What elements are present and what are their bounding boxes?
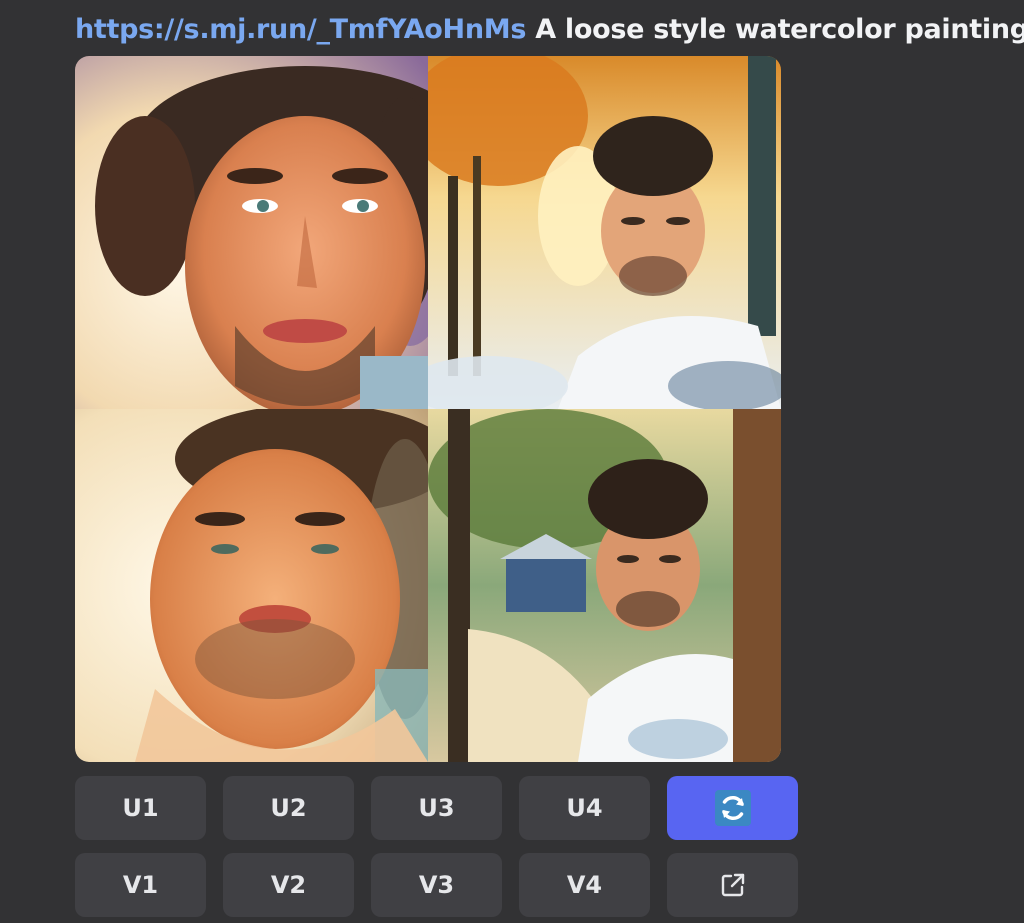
grid-image-1[interactable] [75,56,428,409]
grid-image-3[interactable] [75,409,428,762]
variation-2-button[interactable]: V2 [223,853,354,917]
variation-3-button[interactable]: V3 [371,853,502,917]
external-link-icon [718,870,748,900]
image-grid[interactable] [75,56,781,762]
grid-image-4[interactable] [428,409,781,762]
upscale-4-button[interactable]: U4 [519,776,650,840]
upscale-3-button[interactable]: U3 [371,776,502,840]
variation-1-button[interactable]: V1 [75,853,206,917]
upscale-2-button[interactable]: U2 [223,776,354,840]
prompt-text: A loose style watercolor painting - [526,14,1024,45]
midjourney-message: https://s.mj.run/_TmfYAoHnMs A loose sty… [0,0,1024,923]
upscale-1-button[interactable]: U1 [75,776,206,840]
message-header: https://s.mj.run/_TmfYAoHnMs A loose sty… [75,8,1024,52]
grid-image-2[interactable] [428,56,781,409]
variation-4-button[interactable]: V4 [519,853,650,917]
reroll-button[interactable] [667,776,798,840]
reroll-icon [714,790,751,826]
open-in-browser-button[interactable] [667,853,798,917]
image-link[interactable]: https://s.mj.run/_TmfYAoHnMs [75,14,526,45]
